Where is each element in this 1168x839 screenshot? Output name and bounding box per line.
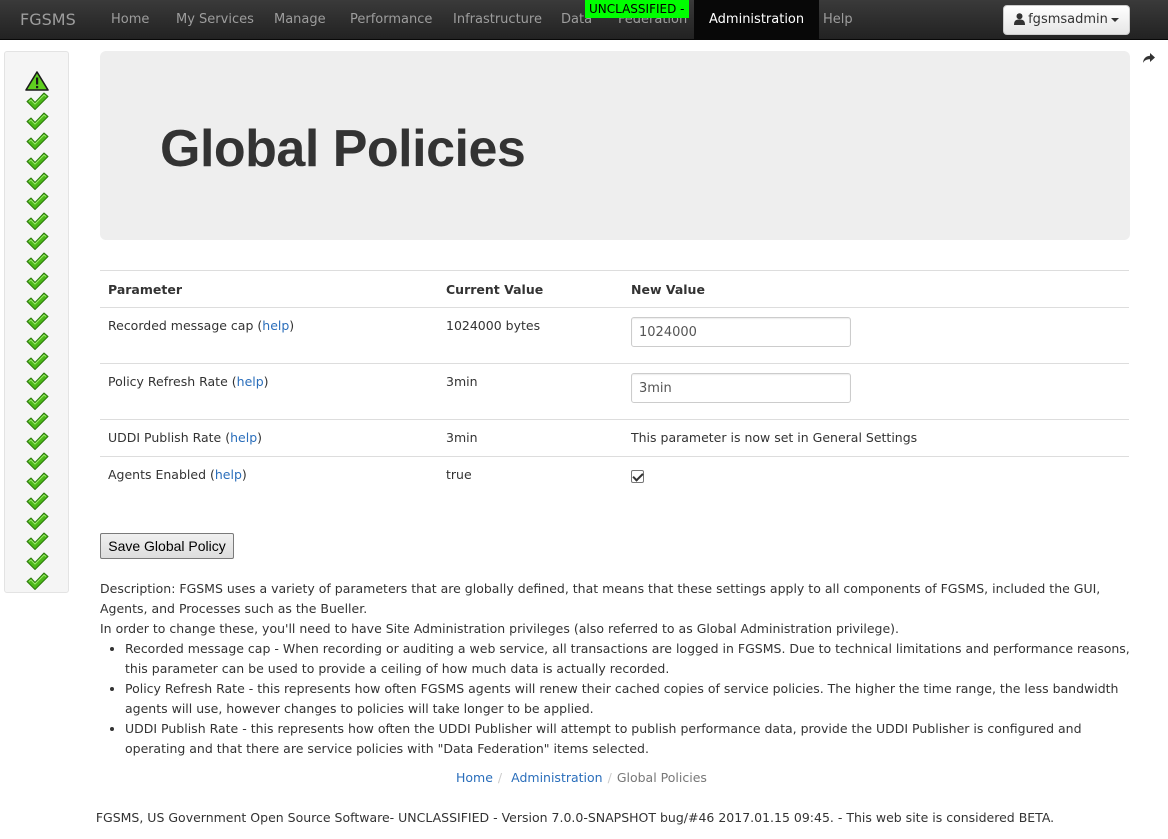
- current-value: 1024000 bytes: [438, 307, 623, 364]
- message-cap-input[interactable]: [631, 317, 851, 347]
- breadcrumb: Home / Administration / Global Policies: [456, 769, 707, 787]
- parameter-name: UDDI Publish Rate: [108, 430, 222, 445]
- new-value-note: This parameter is now set in General Set…: [623, 419, 1129, 457]
- description-text: Description: FGSMS uses a variety of par…: [100, 581, 1101, 616]
- new-value-cell: [623, 456, 1129, 495]
- check-icon[interactable]: [25, 271, 49, 291]
- current-value: 3min: [438, 363, 623, 420]
- brand-logo[interactable]: FGSMS: [20, 0, 76, 40]
- privilege-note: In order to change these, you'll need to…: [100, 621, 900, 636]
- nav-my-services[interactable]: My Services: [176, 0, 254, 40]
- service-status-panel: [4, 51, 69, 593]
- header-parameter: Parameter: [100, 270, 438, 308]
- check-icon[interactable]: [25, 551, 49, 571]
- new-value-cell: [623, 363, 1129, 420]
- agents-enabled-checkbox[interactable]: [631, 470, 644, 483]
- check-icon[interactable]: [25, 251, 49, 271]
- breadcrumb-current: Global Policies: [616, 770, 707, 785]
- new-value-cell: [623, 307, 1129, 364]
- table-header-row: Parameter Current Value New Value: [100, 270, 1129, 308]
- help-link-message-cap[interactable]: help: [262, 318, 289, 333]
- page-title: Global Policies: [160, 120, 526, 178]
- user-icon: [1014, 13, 1026, 25]
- current-value: true: [438, 456, 623, 495]
- parameter-help-list: Recorded message cap - When recording or…: [100, 639, 1135, 759]
- nav-infrastructure[interactable]: Infrastructure: [453, 0, 542, 40]
- check-icon[interactable]: [25, 431, 49, 451]
- warning-icon[interactable]: [25, 71, 49, 91]
- table-row: Recorded message cap (help) 1024000 byte…: [100, 307, 1129, 364]
- table-row: UDDI Publish Rate (help) 3min This param…: [100, 419, 1129, 457]
- breadcrumb-administration[interactable]: Administration: [511, 770, 602, 785]
- breadcrumb-separator: /: [497, 770, 503, 785]
- help-link-agents-enabled[interactable]: help: [215, 467, 242, 482]
- check-icon[interactable]: [25, 151, 49, 171]
- check-icon[interactable]: [25, 331, 49, 351]
- list-item: Policy Refresh Rate - this represents ho…: [125, 679, 1135, 719]
- check-icon[interactable]: [25, 371, 49, 391]
- check-icon[interactable]: [25, 291, 49, 311]
- breadcrumb-separator: /: [607, 770, 612, 785]
- nav-help[interactable]: Help: [823, 0, 853, 40]
- refresh-rate-input[interactable]: [631, 373, 851, 403]
- check-icon[interactable]: [25, 531, 49, 551]
- table-row: Agents Enabled (help) true: [100, 456, 1129, 495]
- check-icon[interactable]: [25, 171, 49, 191]
- share-arrow-icon[interactable]: [1142, 51, 1156, 65]
- save-global-policy-button[interactable]: Save Global Policy: [100, 533, 234, 559]
- breadcrumb-home[interactable]: Home: [456, 770, 493, 785]
- nav-performance[interactable]: Performance: [350, 0, 432, 40]
- check-icon[interactable]: [25, 111, 49, 131]
- global-policy-table: Parameter Current Value New Value Record…: [100, 270, 1129, 495]
- page-header-jumbotron: Global Policies: [100, 51, 1130, 240]
- user-menu-button[interactable]: fgsmsadmin: [1003, 5, 1130, 35]
- list-item: Recorded message cap - When recording or…: [125, 639, 1135, 679]
- user-name: fgsmsadmin: [1028, 12, 1108, 27]
- header-new-value: New Value: [623, 270, 1129, 308]
- parameter-name: Policy Refresh Rate: [108, 374, 228, 389]
- list-item: UDDI Publish Rate - this represents how …: [125, 719, 1135, 759]
- check-icon[interactable]: [25, 91, 49, 111]
- parameter-cell: Agents Enabled (help): [100, 456, 438, 495]
- table-row: Policy Refresh Rate (help) 3min: [100, 363, 1129, 420]
- status-icon-list: [25, 71, 51, 591]
- check-icon[interactable]: [25, 231, 49, 251]
- nav-administration[interactable]: Administration: [694, 0, 820, 40]
- check-icon[interactable]: [25, 491, 49, 511]
- check-icon[interactable]: [25, 451, 49, 471]
- footer-text: FGSMS, US Government Open Source Softwar…: [95, 810, 1055, 825]
- parameter-name: Agents Enabled: [108, 467, 206, 482]
- nav-home[interactable]: Home: [111, 0, 149, 40]
- header-current-value: Current Value: [438, 270, 623, 308]
- current-value: 3min: [438, 419, 623, 457]
- parameter-cell: Policy Refresh Rate (help): [100, 363, 438, 420]
- description-section: Description: FGSMS uses a variety of par…: [100, 579, 1135, 759]
- caret-down-icon: [1110, 17, 1119, 22]
- check-icon[interactable]: [25, 511, 49, 531]
- check-icon[interactable]: [25, 191, 49, 211]
- check-icon[interactable]: [25, 471, 49, 491]
- parameter-name: Recorded message cap: [108, 318, 254, 333]
- help-link-refresh-rate[interactable]: help: [237, 374, 264, 389]
- help-link-uddi-rate[interactable]: help: [230, 430, 257, 445]
- check-icon[interactable]: [25, 131, 49, 151]
- check-icon[interactable]: [25, 311, 49, 331]
- nav-manage[interactable]: Manage: [274, 0, 326, 40]
- check-icon[interactable]: [25, 211, 49, 231]
- check-icon[interactable]: [25, 411, 49, 431]
- check-icon[interactable]: [25, 391, 49, 411]
- top-navbar: FGSMS Home My Services Manage Performanc…: [0, 0, 1168, 40]
- parameter-cell: Recorded message cap (help): [100, 307, 438, 364]
- check-icon[interactable]: [25, 571, 49, 591]
- parameter-cell: UDDI Publish Rate (help): [100, 419, 438, 457]
- classification-banner: UNCLASSIFIED -: [585, 0, 689, 18]
- check-icon[interactable]: [25, 351, 49, 371]
